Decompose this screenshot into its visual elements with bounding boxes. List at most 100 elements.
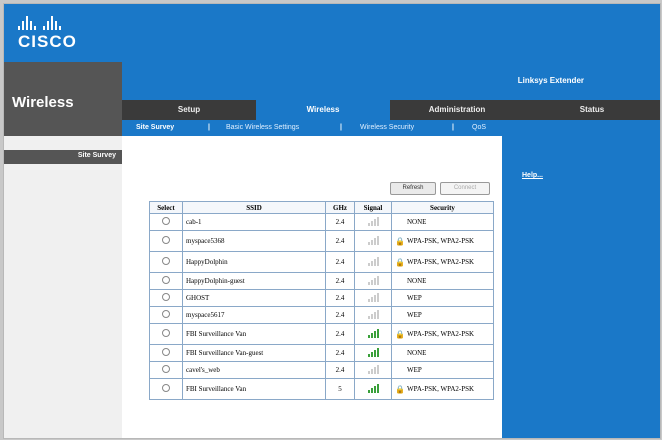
ssid-cell: cab-1: [182, 213, 326, 231]
subtab-bar: Site Survey | Basic Wireless Settings | …: [122, 120, 660, 136]
product-name: Linksys Extender: [517, 76, 584, 85]
security-cell: 🔒 WPA-PSK, WPA2-PSK: [391, 323, 494, 345]
network-radio[interactable]: [162, 384, 170, 392]
network-radio[interactable]: [162, 236, 170, 244]
sidebar-item-site-survey: Site Survey: [4, 150, 122, 164]
section-header: Wireless: [4, 62, 122, 136]
subtab-separator: |: [208, 124, 210, 131]
select-cell: [149, 213, 183, 231]
sidebar-item-label: Site Survey: [77, 152, 116, 159]
ghz-cell: 2.4: [325, 344, 355, 362]
ghz-cell: 2.4: [325, 361, 355, 379]
select-cell: [149, 323, 183, 345]
tab-setup[interactable]: Setup: [122, 100, 256, 120]
column-header-signal: Signal: [354, 201, 392, 214]
table-row[interactable]: cab-12.4 🔒NONE: [149, 213, 494, 231]
security-cell: 🔒NONE: [391, 272, 494, 290]
network-radio[interactable]: [162, 217, 170, 225]
security-cell: 🔒NONE: [391, 213, 494, 231]
tab-status[interactable]: Status: [524, 100, 660, 120]
select-cell: [149, 272, 183, 290]
ssid-cell: FBI Surveillance Van: [182, 323, 326, 345]
column-header-security: Security: [391, 201, 494, 214]
table-row[interactable]: FBI Surveillance Van 2.4 🔒 WPA-PSK, WPA2-PS…: [149, 323, 494, 345]
signal-strength-icon: [367, 383, 379, 393]
security-label: WPA-PSK, WPA2-PSK: [407, 330, 475, 338]
main-content: Refresh Connect Select SSID GHz Signal S…: [122, 136, 502, 438]
signal-cell: [354, 323, 392, 345]
table-row[interactable]: HappyDolphin-guest2.4 🔒NONE: [149, 272, 494, 290]
ssid-cell: cavel's_web: [182, 361, 326, 379]
subtab-basic-wireless-settings[interactable]: Basic Wireless Settings: [226, 120, 299, 136]
lock-icon: 🔒: [395, 236, 405, 246]
cisco-logo: CISCO: [18, 12, 77, 52]
browser-frame: CISCO Wireless Linksys Extender Setup Wi…: [3, 3, 661, 439]
ghz-cell: 5: [325, 378, 355, 400]
ssid-cell: HappyDolphin: [182, 251, 326, 273]
refresh-button[interactable]: Refresh: [390, 182, 436, 195]
cisco-bridge-icon: [18, 12, 77, 30]
network-radio[interactable]: [162, 293, 170, 301]
signal-cell: [354, 378, 392, 400]
subtab-qos[interactable]: QoS: [472, 120, 486, 136]
table-row[interactable]: cavel's_web2.4 🔒WEP: [149, 361, 494, 379]
lock-icon: 🔒: [395, 257, 405, 267]
column-header-ghz: GHz: [325, 201, 355, 214]
signal-strength-icon: [367, 364, 379, 374]
table-row[interactable]: myspace56172.4 🔒WEP: [149, 306, 494, 324]
network-radio[interactable]: [162, 329, 170, 337]
ssid-cell: FBI Surveillance Van-guest: [182, 344, 326, 362]
network-radio[interactable]: [162, 276, 170, 284]
select-cell: [149, 230, 183, 252]
subtab-wireless-security[interactable]: Wireless Security: [360, 120, 414, 136]
security-cell: 🔒 WPA-PSK, WPA2-PSK: [391, 230, 494, 252]
ghz-cell: 2.4: [325, 323, 355, 345]
ghz-cell: 2.4: [325, 230, 355, 252]
network-radio[interactable]: [162, 365, 170, 373]
security-label: NONE: [407, 349, 427, 357]
security-cell: 🔒WEP: [391, 361, 494, 379]
signal-strength-icon: [367, 309, 379, 319]
network-radio[interactable]: [162, 257, 170, 265]
signal-cell: [354, 272, 392, 290]
select-cell: [149, 306, 183, 324]
top-banner: CISCO: [4, 4, 660, 62]
table-row[interactable]: HappyDolphin 2.4 🔒 WPA-PSK, WPA2-PSK: [149, 251, 494, 273]
subtab-site-survey[interactable]: Site Survey: [136, 120, 174, 136]
table-row[interactable]: myspace5368 2.4 🔒 WPA-PSK, WPA2-PSK: [149, 230, 494, 252]
tab-wireless[interactable]: Wireless: [256, 100, 390, 120]
lock-icon: 🔒: [395, 329, 405, 339]
security-label: WPA-PSK, WPA2-PSK: [407, 258, 475, 266]
table-row[interactable]: FBI Surveillance Van 5 🔒 WPA-PSK, WPA2-PSK: [149, 378, 494, 400]
table-row[interactable]: FBI Surveillance Van-guest2.4 🔒NONE: [149, 344, 494, 362]
security-label: NONE: [407, 218, 427, 226]
signal-strength-icon: [367, 216, 379, 226]
network-radio[interactable]: [162, 348, 170, 356]
ssid-cell: GHOST: [182, 289, 326, 307]
security-label: WPA-PSK, WPA2-PSK: [407, 385, 475, 393]
connect-button[interactable]: Connect: [440, 182, 490, 195]
security-cell: 🔒WEP: [391, 289, 494, 307]
nav-header: Linksys Extender Setup Wireless Administ…: [122, 62, 660, 136]
help-link[interactable]: Help...: [522, 172, 543, 179]
ssid-cell: myspace5617: [182, 306, 326, 324]
signal-strength-icon: [367, 347, 379, 357]
ghz-cell: 2.4: [325, 289, 355, 307]
subtab-separator: |: [340, 124, 342, 131]
table-header-row: Select SSID GHz Signal Security: [149, 201, 494, 214]
ssid-cell: FBI Surveillance Van: [182, 378, 326, 400]
column-header-ssid: SSID: [182, 201, 326, 214]
ssid-cell: HappyDolphin-guest: [182, 272, 326, 290]
table-row[interactable]: GHOST2.4 🔒WEP: [149, 289, 494, 307]
signal-strength-icon: [367, 235, 379, 245]
security-cell: 🔒NONE: [391, 344, 494, 362]
ghz-cell: 2.4: [325, 251, 355, 273]
signal-cell: [354, 213, 392, 231]
ghz-cell: 2.4: [325, 272, 355, 290]
network-radio[interactable]: [162, 310, 170, 318]
security-cell: 🔒WEP: [391, 306, 494, 324]
tab-administration[interactable]: Administration: [390, 100, 524, 120]
security-label: WEP: [407, 294, 422, 302]
signal-cell: [354, 230, 392, 252]
ghz-cell: 2.4: [325, 213, 355, 231]
